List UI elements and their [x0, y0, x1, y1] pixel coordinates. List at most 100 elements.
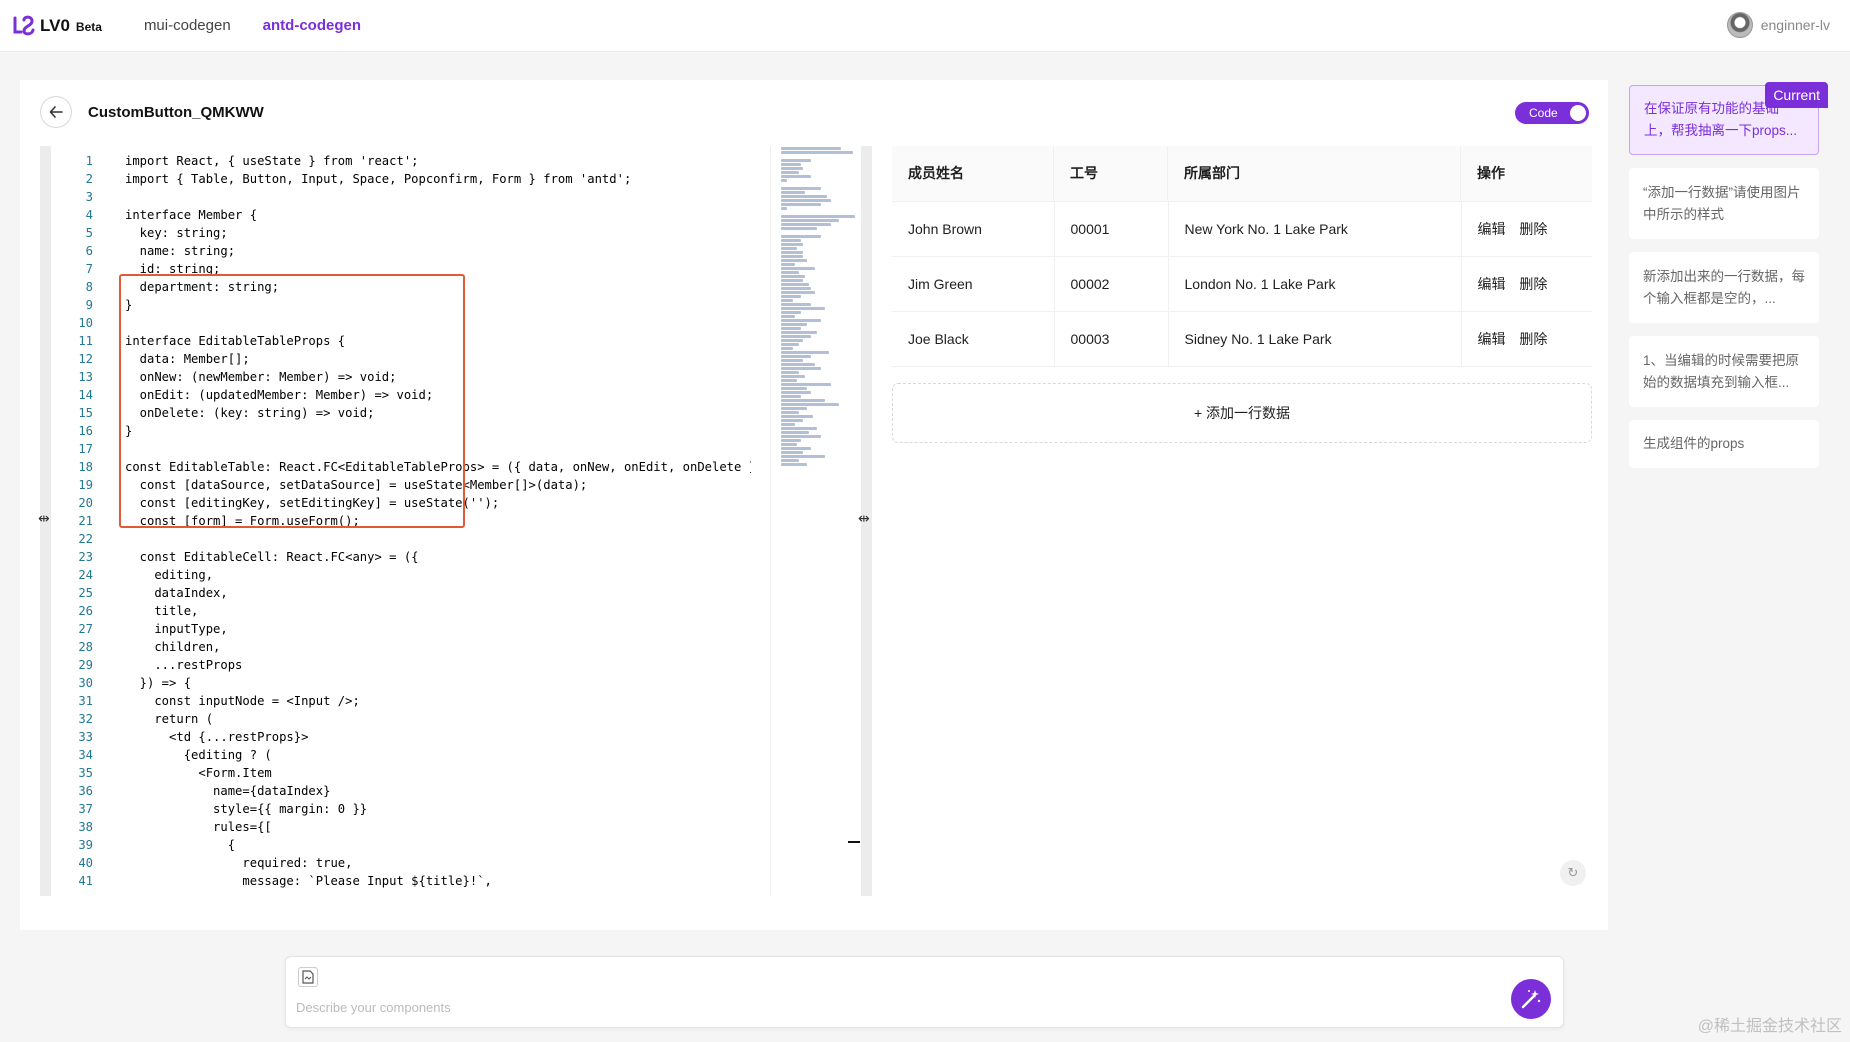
minimap-line	[781, 435, 821, 438]
history-item-text: 新添加出来的一行数据，每个输入框都是空的，...	[1643, 268, 1805, 306]
edit-link[interactable]: 编辑	[1478, 331, 1506, 347]
minimap-line	[781, 319, 821, 322]
line-number: 17	[78, 442, 93, 456]
minimap-line	[781, 171, 799, 174]
line-number: 20	[78, 496, 93, 510]
code-line: 3	[51, 188, 751, 206]
edit-link[interactable]: 编辑	[1478, 276, 1506, 292]
code-text: children,	[125, 640, 221, 654]
minimap-line	[781, 367, 821, 370]
back-button[interactable]	[40, 96, 72, 128]
code-text: onEdit: (updatedMember: Member) => void;	[125, 388, 434, 402]
minimap-line	[781, 267, 815, 270]
minimap-line	[781, 383, 831, 386]
code-minimap[interactable]	[770, 146, 860, 896]
code-text: }) => {	[125, 676, 192, 690]
nav-mui-codegen[interactable]: mui-codegen	[144, 17, 231, 34]
code-text: {	[125, 838, 236, 852]
minimap-line	[781, 195, 827, 198]
minimap-line	[781, 379, 797, 382]
minimap-line	[781, 399, 825, 402]
minimap-line	[781, 387, 807, 390]
watermark: @稀土掘金技术社区	[1697, 1018, 1842, 1035]
line-number: 5	[85, 226, 93, 240]
code-line: 35 <Form.Item	[51, 764, 751, 782]
code-line: 34 {editing ? (	[51, 746, 751, 764]
resize-handle-icon[interactable]: ⇹	[858, 510, 870, 527]
line-number: 15	[78, 406, 93, 420]
line-number: 39	[78, 838, 93, 852]
refresh-button[interactable]: ↻	[1560, 860, 1586, 886]
code-text: {editing ? (	[125, 748, 272, 762]
code-line: 19 const [dataSource, setDataSource] = u…	[51, 476, 751, 494]
file-icon	[302, 970, 314, 984]
resize-handle-icon[interactable]: ⇹	[38, 510, 50, 527]
delete-link[interactable]: 删除	[1519, 276, 1547, 292]
prompt-input[interactable]	[296, 995, 1296, 1019]
code-text: onDelete: (key: string) => void;	[125, 406, 375, 420]
code-text: const [dataSource, setDataSource] = useS…	[125, 478, 588, 492]
cell-actions: 编辑 删除	[1461, 311, 1592, 367]
code-line: 27 inputType,	[51, 620, 751, 638]
code-area[interactable]: 1 import React, { useState } from 'react'…	[51, 146, 751, 896]
minimap-line	[781, 187, 821, 190]
minimap-line	[781, 403, 839, 406]
minimap-line	[781, 147, 841, 150]
component-title: CustomButton_QMKWW	[88, 104, 264, 121]
line-number: 41	[78, 874, 93, 888]
prompt-box	[285, 956, 1564, 1028]
code-editor[interactable]: ⇹ 1 import React, { useState } from 'reac…	[38, 146, 872, 976]
code-text: <Form.Item	[125, 766, 272, 780]
delete-link[interactable]: 删除	[1519, 221, 1547, 237]
line-number: 11	[78, 334, 93, 348]
history-item[interactable]: 1、当编辑的时候需要把原始的数据填充到输入框...	[1629, 336, 1819, 407]
code-toggle[interactable]: Code	[1515, 102, 1589, 124]
code-line: 12 data: Member[];	[51, 350, 751, 368]
minimap-line	[781, 359, 803, 362]
line-number: 8	[85, 280, 93, 294]
col-header-id: 工号	[1054, 146, 1168, 202]
minimap-line	[781, 203, 821, 206]
app-logo[interactable]: LV0 Beta	[12, 14, 102, 38]
code-text: key: string;	[125, 226, 228, 240]
line-number: 18	[78, 460, 93, 474]
line-number: 13	[78, 370, 93, 384]
minimap-line	[781, 167, 803, 170]
cell-name: John Brown	[892, 201, 1055, 257]
history-item[interactable]: 新添加出来的一行数据，每个输入框都是空的，...	[1629, 252, 1819, 323]
history-item-current[interactable]: 在保证原有功能的基础上，帮我抽离一下props... Current	[1629, 82, 1828, 155]
main-card: CustomButton_QMKWW Code ⇹ 1 import React,…	[20, 80, 1608, 930]
code-line: 25 dataIndex,	[51, 584, 751, 602]
code-line: 10	[51, 314, 751, 332]
generate-button[interactable]	[1511, 979, 1551, 1019]
history-item[interactable]: “添加一行数据”请使用图片中所示的样式	[1629, 168, 1819, 239]
code-line: 11 interface EditableTableProps {	[51, 332, 751, 350]
code-line: 15 onDelete: (key: string) => void;	[51, 404, 751, 422]
delete-link[interactable]: 删除	[1519, 331, 1547, 347]
code-text: import { Table, Button, Input, Space, Po…	[125, 172, 632, 186]
code-text: const EditableTable: React.FC<EditableTa…	[125, 460, 751, 474]
code-line: 9}	[51, 296, 751, 314]
minimap-line	[781, 295, 801, 298]
history-item[interactable]: 生成组件的props	[1629, 420, 1819, 468]
minimap-line	[781, 371, 799, 374]
component-preview: 成员姓名 工号 所属部门 操作 John Brown 00001 New Yor…	[892, 146, 1592, 443]
line-number: 7	[85, 262, 93, 276]
attach-image-button[interactable]	[298, 967, 318, 987]
add-row-button[interactable]: + 添加一行数据	[892, 382, 1592, 443]
code-text: ...restProps	[125, 658, 243, 672]
code-line: 39 {	[51, 836, 751, 854]
nav-antd-codegen[interactable]: antd-codegen	[263, 17, 361, 34]
scrollbar-thumb[interactable]	[848, 841, 860, 843]
minimap-line	[781, 227, 817, 230]
code-text: name: string;	[125, 244, 236, 258]
edit-link[interactable]: 编辑	[1478, 221, 1506, 237]
line-number: 27	[78, 622, 93, 636]
minimap-line	[781, 407, 807, 410]
line-number: 40	[78, 856, 93, 870]
minimap-line	[781, 323, 807, 326]
current-badge: Current	[1765, 82, 1828, 108]
user-menu[interactable]: enginner-lv	[1726, 12, 1830, 38]
code-text: return (	[125, 712, 214, 726]
minimap-line	[781, 243, 803, 246]
